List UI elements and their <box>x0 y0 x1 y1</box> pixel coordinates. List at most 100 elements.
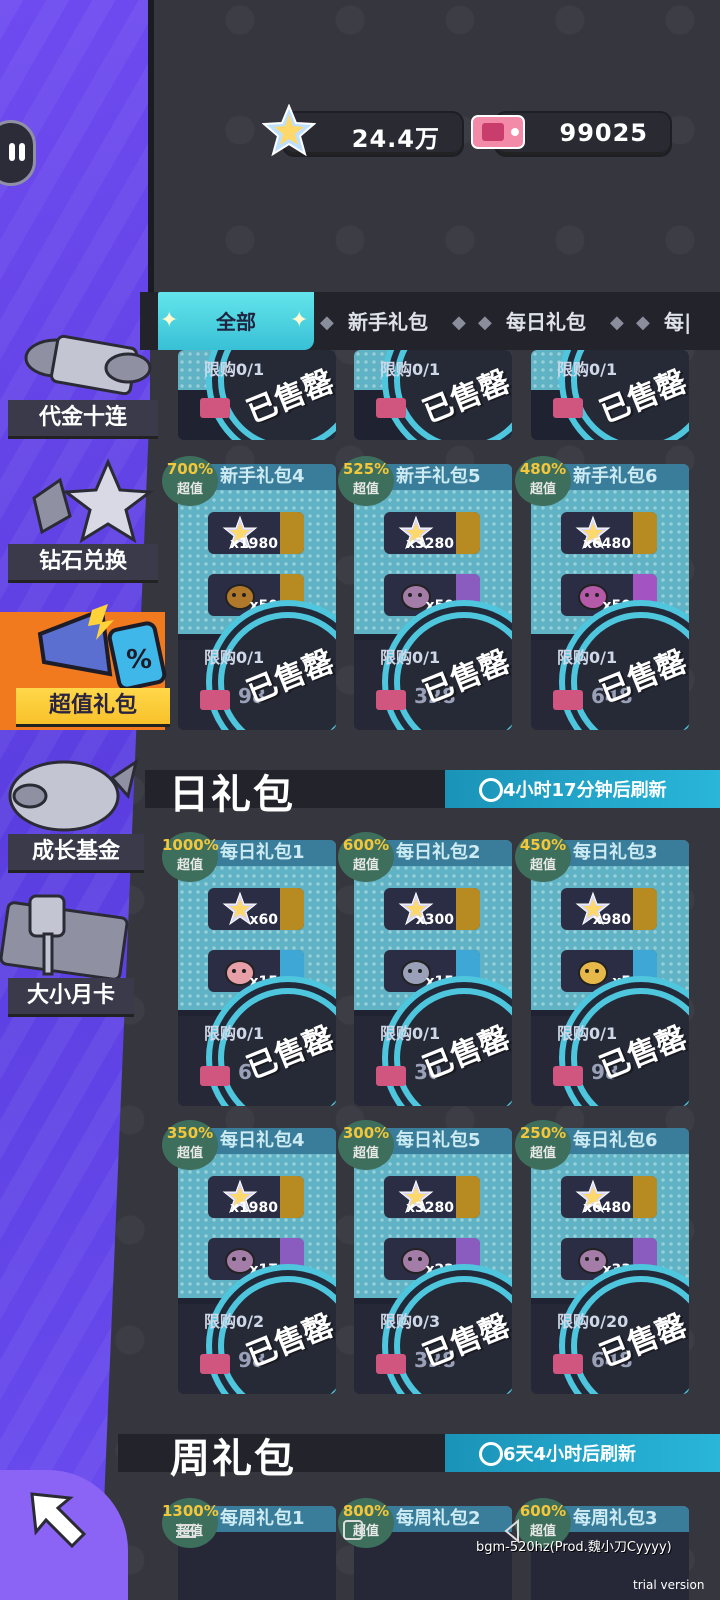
value-badge: 1000% 超值 <box>162 832 219 882</box>
tab-daily-label: 每日礼包 <box>506 310 586 334</box>
reward-quantity: x50 <box>425 598 454 614</box>
value-badge: 350% 超值 <box>162 1120 218 1170</box>
gift-card[interactable]: 每日礼包4 x1980 x17 限购0/2 98 已售罄 <box>178 1128 336 1394</box>
gift-card[interactable]: 新手礼包5 x3280 x50 限购0/1 328 已售罄 <box>354 464 512 730</box>
sidebar-item-voucher-ten[interactable]: 代金十连 <box>0 322 165 442</box>
badge-percent: 300% <box>342 1124 390 1142</box>
sidebar-item-label: 超值礼包 <box>16 688 170 727</box>
badge-label: 超值 <box>352 1146 379 1161</box>
reward-quantity: x5 <box>612 974 631 990</box>
reward-quantity: x1980 <box>230 1200 278 1216</box>
diamond-star-icon <box>32 458 155 544</box>
back-button[interactable] <box>0 1470 128 1600</box>
pause-button[interactable] <box>0 120 36 186</box>
badge-percent: 350% <box>166 1124 214 1142</box>
reward-quantity: x33 <box>602 1262 631 1278</box>
sidebar-item-label: 钻石兑换 <box>8 544 158 583</box>
reward-quantity: x15 <box>425 974 454 990</box>
item-tag <box>633 1176 657 1218</box>
badge-percent: 1000% <box>162 836 219 854</box>
item-tag <box>280 950 304 992</box>
reward-quantity: x300 <box>415 912 454 928</box>
item-tag <box>456 1176 480 1218</box>
clock-icon <box>479 1442 503 1466</box>
gift-card[interactable]: 每日礼包2 x300 x15 限购0/1 30 已售罄 <box>354 840 512 1106</box>
reward-quantity: x6480 <box>583 1200 631 1216</box>
reward-quantity: x1980 <box>230 536 278 552</box>
badge-label: 超值 <box>176 1146 203 1161</box>
badge-percent: 250% <box>519 1124 567 1142</box>
gift-card[interactable]: 每日礼包5 x3280 x22 限购0/3 328 已售罄 <box>354 1128 512 1394</box>
ticket-icon <box>553 398 583 418</box>
piggy-icon <box>575 953 611 989</box>
reward-quantity: x22 <box>425 1262 454 1278</box>
gift-card[interactable]: 限购0/1 已售罄 <box>178 350 336 440</box>
daily-section-header: 日礼包 4小时17分钟后刷新 <box>145 770 720 818</box>
badge-label: 超值 <box>352 858 379 873</box>
ticket-icon <box>200 1066 230 1086</box>
reward-quantity: x980 <box>592 912 631 928</box>
item-tag <box>633 574 657 616</box>
sidebar-item-label: 代金十连 <box>8 400 158 439</box>
item-tag <box>280 574 304 616</box>
gift-card[interactable]: 每日礼包1 x60 x15 限购0/1 6 已售罄 <box>178 840 336 1106</box>
diamond-separator-icon: ◆ <box>452 312 466 333</box>
badge-label: 超值 <box>352 482 379 497</box>
badge-percent: 800% <box>342 1502 390 1520</box>
tab-novice-label: 新手礼包 <box>348 310 428 334</box>
diamond-separator-icon: ◆ <box>320 312 334 333</box>
value-badge: 600% 超值 <box>338 832 394 882</box>
ticket-icon <box>200 1354 230 1374</box>
item-tag <box>456 512 480 554</box>
clock-icon <box>479 778 503 802</box>
weekly-section-header: 周礼包 6天4小时后刷新 <box>118 1434 720 1482</box>
gift-card[interactable]: 每日礼包3 x980 x5 限购0/1 98 已售罄 <box>531 840 689 1106</box>
gift-card[interactable]: 新手礼包6 x6480 x50 限购0/1 648 已售罄 <box>531 464 689 730</box>
home-icon <box>343 1520 363 1540</box>
item-tag <box>633 512 657 554</box>
weekly-section-title: 周礼包 <box>170 1436 296 1482</box>
tab-daily[interactable]: 每日礼包 <box>506 292 586 350</box>
sidebar-item-diamond-exchange[interactable]: 钻石兑换 <box>0 458 165 583</box>
badge-percent: 450% <box>519 836 567 854</box>
item-tag <box>280 512 304 554</box>
reward-item: x22 <box>384 1238 480 1280</box>
gift-card[interactable]: 每日礼包6 x6480 x33 限购0/20 648 已售罄 <box>531 1128 689 1394</box>
value-badge: 480% 超值 <box>515 456 571 506</box>
item-tag <box>456 950 480 992</box>
ticket-icon <box>376 1354 406 1374</box>
reward-quantity: x3280 <box>406 536 454 552</box>
item-tag <box>633 1238 657 1280</box>
ticket-icon <box>376 690 406 710</box>
tab-weekly[interactable]: 每| <box>664 292 720 350</box>
item-tag <box>456 574 480 616</box>
badge-label: 超值 <box>529 1146 556 1161</box>
diamond-separator-icon: ◆ <box>636 312 650 333</box>
arrow-back-icon <box>30 1492 87 1549</box>
reward-item: x33 <box>561 1238 657 1280</box>
badge-label: 超值 <box>176 482 203 497</box>
value-badge: 450% 超值 <box>515 832 571 882</box>
reward-item: x50 <box>208 574 304 616</box>
reward-item: x3280 <box>384 512 480 554</box>
reward-quantity: x6480 <box>583 536 631 552</box>
reward-item: x60 <box>208 888 304 930</box>
sidebar-item-monthly-card[interactable]: 大小月卡 <box>0 892 165 1020</box>
gift-card[interactable]: 新手礼包4 x1980 x50 限购0/1 98 已售罄 <box>178 464 336 730</box>
reward-item: x3280 <box>384 1176 480 1218</box>
badge-label: 超值 <box>529 482 556 497</box>
badge-percent: 600% <box>519 1502 567 1520</box>
badge-percent: 1300% <box>162 1502 219 1520</box>
weekly-refresh-text: 6天4小时后刷新 <box>503 1444 637 1465</box>
sidebar-item-growth-fund[interactable]: 成长基金 <box>0 752 165 874</box>
reward-item: x15 <box>208 950 304 992</box>
tab-novice[interactable]: 新手礼包 <box>348 292 428 350</box>
sidebar-item-label: 大小月卡 <box>8 978 134 1017</box>
gift-card[interactable]: 限购0/1 已售罄 <box>531 350 689 440</box>
reward-item: x6480 <box>561 512 657 554</box>
sidebar-item-value-packs[interactable]: % 超值礼包 <box>0 604 170 730</box>
reward-item: x5 <box>561 950 657 992</box>
reward-item: x17 <box>208 1238 304 1280</box>
reward-item: x1980 <box>208 1176 304 1218</box>
gift-card[interactable]: 限购0/1 已售罄 <box>354 350 512 440</box>
